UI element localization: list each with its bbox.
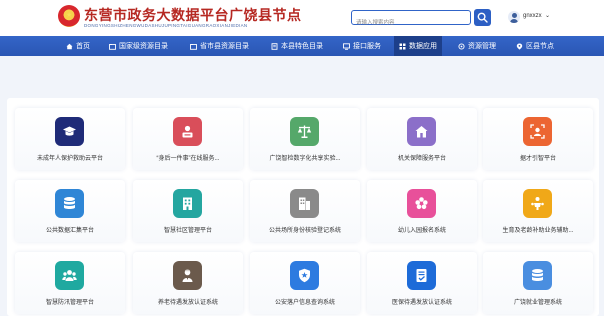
app-card-employment-management[interactable]: 广饶就业管理系统 (483, 252, 593, 314)
app-card-minor-protection[interactable]: 未成年人保护救助云平台 (15, 108, 125, 170)
app-card-label: 智慧社区管理平台 (163, 228, 212, 234)
manage-icon (458, 42, 465, 50)
search-icon (477, 12, 488, 23)
database-icon (55, 189, 84, 218)
scales-icon (290, 117, 319, 146)
scan-person-icon (523, 117, 552, 146)
nav-label: 区县节点 (526, 43, 554, 50)
search-input[interactable] (356, 16, 466, 30)
family-icon (523, 189, 552, 218)
username[interactable]: gnxxzx (523, 13, 542, 19)
nav-label: 首页 (76, 43, 90, 50)
app-card-label: 未成年人保护救助云平台 (36, 156, 103, 162)
nav-label: 省市县资源目录 (200, 43, 249, 50)
app-card-label: 智慧防汛管理平台 (45, 300, 94, 306)
app-card-talent-platform[interactable]: 据才引智平台 (483, 108, 593, 170)
nav-label: 资源管理 (468, 43, 496, 50)
app-card-label: 公共场所身份核验登记系统 (268, 228, 341, 234)
national-emblem-logo: ★ (58, 5, 80, 27)
app-card-label: 公安落户信息查询系统 (274, 300, 335, 306)
app-card-label: 生育及老龄补助业务辅助... (502, 228, 574, 234)
app-card-label: “身后一件事”在线服务... (156, 156, 220, 162)
nav-item-county-nodes[interactable]: 区县节点 (516, 36, 554, 56)
police-shield-icon (290, 261, 319, 290)
app-card-label: 广饶就业管理系统 (513, 300, 562, 306)
app-grid-panel: 未成年人保护救助云平台 “身后一件事”在线服务... 广饶智检数字化共享实验..… (7, 98, 599, 316)
app-card-label: 养老待遇发放认证系统 (157, 300, 218, 306)
nav-label: 国家级资源目录 (119, 43, 168, 50)
chevron-down-icon[interactable]: ⌄ (545, 12, 550, 19)
app-card-after-death-service[interactable]: “身后一件事”在线服务... (133, 108, 243, 170)
elder-icon (173, 261, 202, 290)
home-icon (66, 43, 73, 50)
graduation-cap-icon (55, 117, 84, 146)
main-nav: 首页 国家级资源目录 省市县资源目录 本县特色目录 接口服务 数据应用 资源管理… (0, 36, 604, 56)
search-box (351, 10, 471, 30)
app-card-agency-support[interactable]: 机关保障服务平台 (367, 108, 477, 170)
folder-icon (109, 43, 116, 50)
flower-icon (407, 189, 436, 218)
nav-item-api-service[interactable]: 接口服务 (343, 36, 381, 56)
site-header: ★ 东营市政务大数据平台广饶县节点 DONGYINGSHIZHENGWUDASH… (0, 0, 604, 36)
nav-item-resource-management[interactable]: 资源管理 (458, 36, 496, 56)
building-home-icon (407, 117, 436, 146)
document-check-icon (407, 261, 436, 290)
nav-item-national-catalog[interactable]: 国家级资源目录 (109, 36, 168, 56)
grid-icon (399, 43, 406, 50)
app-card-label: 据才引智平台 (519, 156, 556, 162)
app-card-identity-verification[interactable]: 公共场所身份核验登记系统 (250, 180, 360, 242)
app-card-label: 广饶智检数字化共享实验... (269, 156, 341, 162)
app-card-smart-community[interactable]: 智慧社区管理平台 (133, 180, 243, 242)
api-icon (343, 42, 350, 50)
nav-label: 本县特色目录 (281, 43, 323, 50)
app-card-public-data-hub[interactable]: 公共数据汇集平台 (15, 180, 125, 242)
location-icon (516, 43, 523, 50)
app-card-label: 机关保障服务平台 (397, 156, 446, 162)
app-card-smart-inspection-lab[interactable]: 广饶智检数字化共享实验... (250, 108, 360, 170)
nav-item-province-catalog[interactable]: 省市县资源目录 (190, 36, 249, 56)
nav-item-home[interactable]: 首页 (66, 36, 90, 56)
folder-icon (190, 43, 197, 50)
app-card-label: 幼儿入园报名系统 (397, 228, 446, 234)
app-card-label: 公共数据汇集平台 (45, 228, 94, 234)
app-card-flood-control[interactable]: 智慧防汛管理平台 (15, 252, 125, 314)
building-icon (173, 189, 202, 218)
nav-item-county-catalog[interactable]: 本县特色目录 (271, 36, 323, 56)
search-button[interactable] (474, 9, 491, 26)
app-card-police-household-query[interactable]: 公安落户信息查询系统 (250, 252, 360, 314)
app-card-medical-insurance-certification[interactable]: 医保待遇发放认证系统 (367, 252, 477, 314)
app-card-kindergarten-enrollment[interactable]: 幼儿入园报名系统 (367, 180, 477, 242)
book-icon (271, 42, 278, 50)
database-stack-icon (523, 261, 552, 290)
nav-label: 数据应用 (409, 43, 437, 50)
person-card-icon (173, 117, 202, 146)
nav-label: 接口服务 (353, 43, 381, 50)
team-icon (55, 261, 84, 290)
nav-item-data-apps[interactable]: 数据应用 (394, 36, 442, 56)
app-card-label: 医保待遇发放认证系统 (391, 300, 452, 306)
site-title: 东营市政务大数据平台广饶县节点 (84, 7, 302, 23)
app-card-birth-elderly-subsidy[interactable]: 生育及老龄补助业务辅助... (483, 180, 593, 242)
office-building-icon (290, 189, 319, 218)
app-card-pension-certification[interactable]: 养老待遇发放认证系统 (133, 252, 243, 314)
site-subtitle: DONGYINGSHIZHENGWUDASHUJUPINGTAIGUANGRAO… (84, 23, 248, 28)
user-avatar[interactable] (508, 11, 520, 23)
